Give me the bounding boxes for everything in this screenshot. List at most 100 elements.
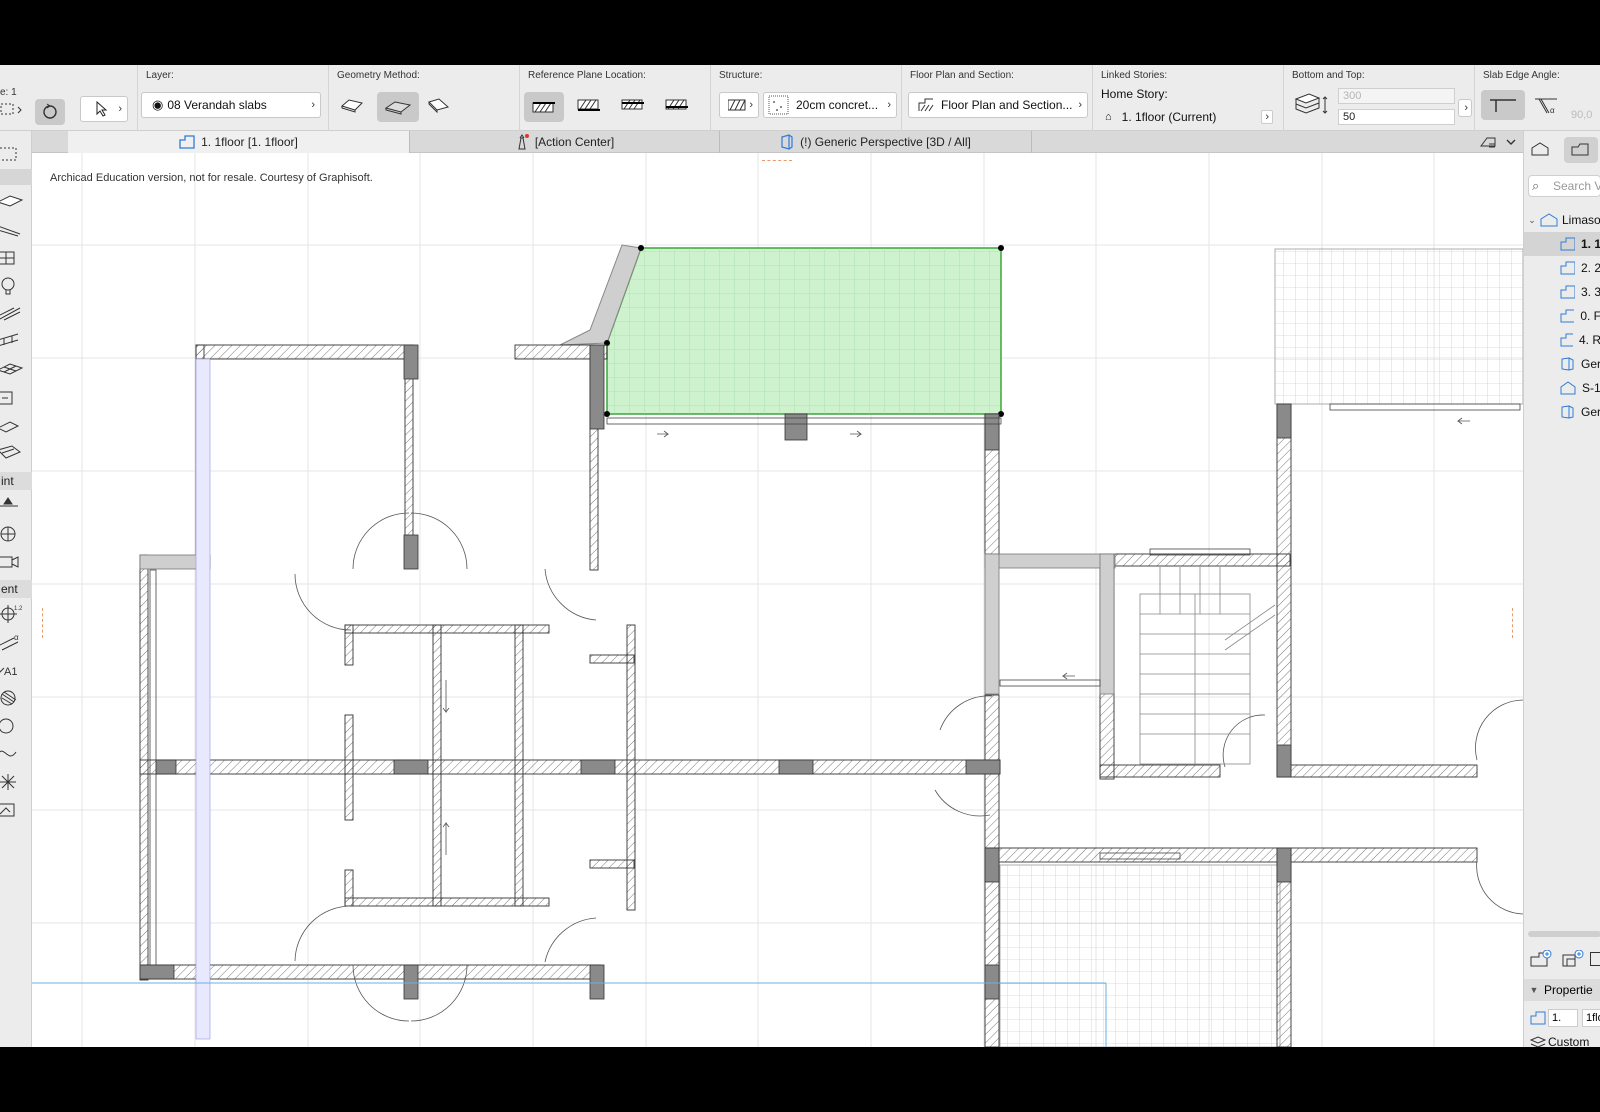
nav-story-0[interactable]: 0. F — [1524, 304, 1600, 328]
top-elevation-field[interactable]: 300 — [1338, 88, 1455, 104]
tab-floor-plan[interactable]: 1. 1floor [1. 1floor] — [68, 131, 410, 153]
object-tool[interactable] — [0, 385, 32, 411]
refplane-label: Reference Plane Location: — [528, 70, 646, 81]
magic-wand-button[interactable] — [35, 99, 65, 125]
composite-hatch-icon — [728, 99, 746, 111]
floor-plan-drawing[interactable] — [32, 153, 1523, 1047]
chevron-right-icon: › — [311, 99, 315, 111]
floor-plan-icon — [179, 135, 195, 149]
layer-label: Layer: — [146, 70, 174, 81]
structure-material-select[interactable]: 20cm concret... › — [763, 92, 897, 118]
svg-text:A1: A1 — [4, 666, 17, 678]
floorplan-settings-button[interactable]: Floor Plan and Section... › — [908, 92, 1088, 118]
toolbox: int ent 1.2 α A1 — [0, 131, 32, 1047]
nav-story-4-label: 4. R — [1578, 333, 1600, 347]
slab-tool[interactable] — [0, 189, 32, 215]
camera-tool[interactable] — [0, 549, 32, 575]
folder-icon[interactable] — [1590, 952, 1600, 966]
object-icon — [0, 391, 13, 405]
tiled-balcony-ne[interactable] — [1274, 248, 1523, 405]
info-group-linked-stories: Linked Stories: Home Story: ⌂ 1. 1floor … — [1092, 65, 1283, 131]
refplane-top-button[interactable] — [524, 92, 564, 122]
bottom-elevation-field[interactable]: 50 — [1338, 109, 1455, 125]
label-text-icon: A1 — [0, 666, 17, 678]
layer-value: 08 Verandah slabs — [167, 98, 267, 112]
marquee-tool[interactable] — [0, 141, 32, 167]
spline-tool[interactable] — [0, 741, 32, 767]
zone-tool[interactable] — [0, 413, 32, 439]
slab-thickness-icon — [1292, 92, 1332, 118]
view-number-field[interactable]: 1. — [1548, 1009, 1578, 1027]
hotspot-tool[interactable] — [0, 769, 32, 795]
nav-story-3[interactable]: 3. 3 — [1524, 280, 1600, 304]
layer-select[interactable]: ◉ 08 Verandah slabs › — [141, 92, 321, 118]
edge-custom-angle-button[interactable]: α — [1531, 92, 1561, 118]
arrow-tool-button[interactable]: › — [80, 96, 128, 122]
nav-3d-view-2[interactable]: Ger — [1524, 400, 1600, 424]
dimension-tool[interactable]: 1.2 — [0, 601, 32, 627]
geometry-rectangle-button[interactable] — [377, 92, 419, 122]
section-tool[interactable] — [0, 521, 32, 547]
category-document[interactable]: int — [0, 472, 32, 490]
nav-story-1[interactable]: 1. 1 — [1524, 232, 1600, 256]
stair[interactable] — [1139, 567, 1276, 765]
angle-dimension-icon: α — [0, 633, 19, 651]
tab-action-center[interactable]: [Action Center] — [410, 131, 720, 153]
column-tool[interactable] — [0, 441, 32, 467]
project-map-icon[interactable] — [1530, 141, 1552, 164]
lighthouse-icon — [518, 134, 529, 150]
home-story-select[interactable]: ⌂ 1. 1floor (Current) › — [1101, 107, 1278, 127]
railing-tool[interactable] — [0, 329, 32, 355]
text-tool[interactable]: A1 — [0, 657, 32, 683]
properties-header[interactable]: ▼ Propertie — [1524, 979, 1600, 1001]
geometry-polygonal-button[interactable] — [337, 92, 367, 118]
linked-stories-label: Linked Stories: — [1101, 70, 1168, 81]
nav-story-4[interactable]: 4. R — [1524, 328, 1600, 352]
floor-plan-canvas[interactable]: Archicad Education version, not for resa… — [32, 153, 1523, 1047]
figure-tool[interactable] — [0, 797, 32, 823]
lamp-icon — [1, 277, 15, 295]
chevron-right-icon: › — [749, 99, 753, 111]
nav-section-1[interactable]: S-1 — [1524, 376, 1600, 400]
edge-perpendicular-button[interactable] — [1481, 90, 1525, 120]
circle-tool[interactable] — [0, 713, 32, 739]
rotate-cursor-icon — [43, 103, 57, 119]
view-options-icon[interactable] — [1479, 134, 1519, 150]
category-element[interactable]: ent — [0, 580, 32, 598]
fill-tool[interactable] — [0, 685, 32, 711]
roof-tool[interactable] — [0, 217, 32, 243]
nav-3d-view-1[interactable]: Ger — [1524, 352, 1600, 376]
svg-text:α: α — [14, 633, 19, 642]
mesh-tool[interactable] — [0, 357, 32, 383]
top-scroll-marker — [762, 160, 792, 161]
nav-story-2[interactable]: 2. 2 — [1524, 256, 1600, 280]
angle-dimension-tool[interactable]: α — [0, 629, 32, 655]
refplane-bottom-button[interactable] — [574, 92, 604, 118]
structure-type-select[interactable]: › — [719, 92, 759, 118]
story-home-icon: ⌂ — [1105, 111, 1112, 123]
view-map-button[interactable] — [1564, 137, 1598, 163]
clone-view-icon[interactable] — [1562, 949, 1584, 973]
bottom-top-more-button[interactable]: › — [1458, 99, 1472, 117]
navigator-root[interactable]: ⌄ Limaso — [1524, 208, 1600, 232]
refplane-core-bottom-button[interactable] — [662, 92, 692, 118]
edge-angle-icon: α — [1535, 98, 1557, 115]
info-group-tools: e: 1 › — [0, 65, 137, 131]
tab-floor-plan-label: 1. 1floor [1. 1floor] — [201, 135, 298, 149]
lamp-tool[interactable] — [0, 273, 32, 299]
crosshair-icon: 1.2 — [0, 605, 23, 623]
geometry-rotated-button[interactable] — [423, 92, 453, 118]
view-name-field[interactable]: 1flo — [1582, 1009, 1600, 1027]
curtain-wall-tool[interactable] — [0, 245, 32, 271]
info-group-refplane: Reference Plane Location: — [519, 65, 710, 131]
section-icon — [1560, 381, 1576, 395]
tiled-terrace-se[interactable] — [999, 864, 1281, 1047]
favorites-button[interactable] — [0, 96, 30, 122]
navigator-scrollbar[interactable] — [1528, 931, 1600, 937]
tab-3d-perspective[interactable]: (!) Generic Perspective [3D / All] — [720, 131, 1032, 153]
refplane-core-top-button[interactable] — [618, 92, 648, 118]
new-view-icon[interactable] — [1530, 949, 1552, 973]
floor-plan-icon — [1560, 309, 1575, 323]
stair-tool[interactable] — [0, 301, 32, 327]
elevation-marker-tool[interactable] — [0, 493, 32, 519]
